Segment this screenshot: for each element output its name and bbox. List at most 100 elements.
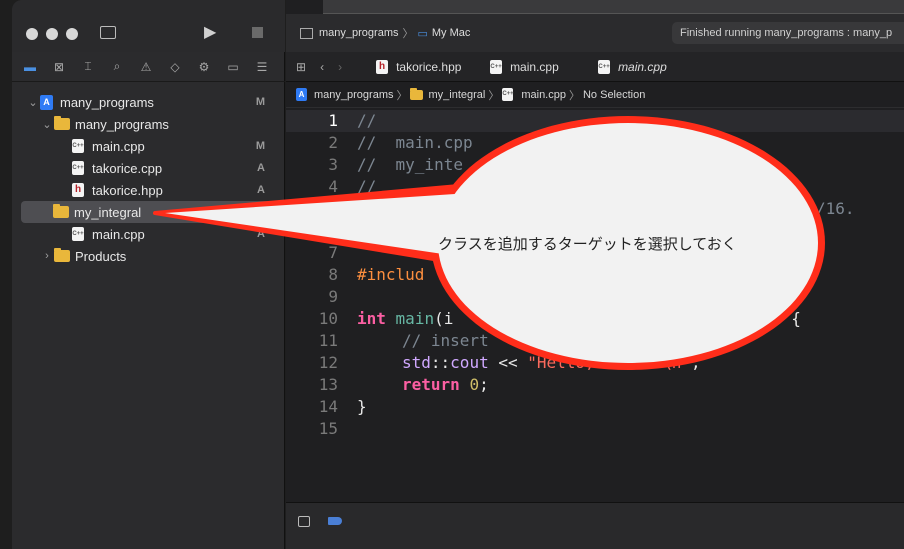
code-text: }: [357, 397, 367, 416]
line-number: 9: [328, 287, 338, 306]
folder-icon: [53, 204, 69, 218]
line-number: 2: [328, 133, 338, 152]
code-function: main: [395, 309, 435, 328]
code-line: 12 std::cout << "Hello, World!\n";: [286, 352, 904, 374]
h-file-icon: h: [72, 183, 84, 197]
tree-item-label: Products: [75, 248, 127, 264]
cpp-file-icon: C++: [72, 139, 84, 153]
breadcrumb-group[interactable]: my_integral: [428, 89, 485, 101]
tree-item-file[interactable]: h takorice.hpp A: [12, 179, 285, 201]
breakpoints-toggle-icon[interactable]: [328, 517, 342, 525]
code-line: 15: [286, 418, 904, 440]
line-number: 6: [328, 221, 338, 240]
navigator-selector-bar: ▬ ⊠ ⌶ ⌕ ⚠ ◇ ⚙ ▭ ☰: [12, 52, 285, 82]
folder-icon: [54, 248, 70, 262]
code-line: 13 return 0;: [286, 374, 904, 396]
code-text: / {: [772, 309, 801, 328]
code-line: 9: [286, 286, 904, 308]
code-line: 5 // /16.: [286, 198, 904, 220]
cpp-file-icon: C++: [490, 59, 503, 74]
scheme-selector[interactable]: many_programs: [319, 27, 398, 39]
tree-item-label: takorice.hpp: [92, 182, 163, 198]
tab-takorice-hpp[interactable]: h takorice.hpp: [364, 52, 478, 82]
grid-icon[interactable]: ⊞: [296, 60, 306, 74]
line-number: 1: [328, 111, 338, 130]
code-line: 10 int main(i / {: [286, 308, 904, 330]
code-line: 8 #includ: [286, 264, 904, 286]
code-text: <<: [488, 353, 528, 372]
cpp-file-icon: C++: [598, 59, 611, 74]
destination-selector[interactable]: My Mac: [432, 27, 471, 39]
tab-label: takorice.hpp: [396, 59, 462, 74]
toolbar: many_programs 〉 ▭ My Mac Finished runnin…: [286, 14, 904, 52]
chevron-right-icon: 〉: [488, 89, 500, 102]
activity-status: Finished running many_programs : many_p: [672, 22, 904, 44]
chevron-right-icon[interactable]: ›: [40, 250, 54, 262]
toggle-sidebar-icon[interactable]: [100, 26, 116, 39]
tree-item-file[interactable]: C++ main.cpp A: [12, 223, 285, 245]
tree-item-file[interactable]: C++ takorice.cpp A: [12, 157, 285, 179]
source-control-icon[interactable]: ⊠: [49, 58, 69, 76]
test-icon[interactable]: ◇: [165, 58, 185, 76]
minimize-window-button[interactable]: [46, 28, 58, 40]
back-icon[interactable]: ‹: [320, 60, 324, 74]
code-text: // my_inte: [357, 155, 463, 174]
line-number: 13: [318, 375, 338, 394]
folder-navigator-icon[interactable]: ▬: [20, 58, 40, 76]
tab-main-cpp-active[interactable]: C++ main.cpp: [586, 52, 694, 82]
tree-item-group[interactable]: ⌄ many_programs: [12, 113, 285, 135]
line-number: 8: [328, 265, 338, 284]
report-icon[interactable]: ☰: [252, 58, 272, 76]
hide-debug-area-icon[interactable]: [298, 516, 310, 527]
zoom-window-button[interactable]: [66, 28, 78, 40]
tree-item-products[interactable]: › Products: [12, 245, 285, 267]
breakpoint-icon[interactable]: ▭: [223, 58, 243, 76]
forward-icon[interactable]: ›: [338, 60, 342, 74]
close-window-button[interactable]: [26, 28, 38, 40]
code-text: ;: [479, 375, 489, 394]
code-text: ::: [430, 353, 451, 372]
run-icon[interactable]: ▶: [204, 22, 216, 42]
folder-icon: [54, 116, 70, 130]
chevron-down-icon[interactable]: ⌄: [26, 96, 40, 109]
tree-item-project[interactable]: ⌄ A many_programs M: [12, 91, 285, 113]
scm-badge: A: [257, 228, 265, 240]
callout-text: クラスを追加するターゲットを選択しておく: [438, 236, 737, 253]
jump-bar: A many_programs 〉 my_integral 〉 C++ main…: [286, 82, 904, 108]
code-keyword: int: [357, 309, 386, 328]
breadcrumb-file[interactable]: main.cpp: [521, 89, 566, 101]
source-editor[interactable]: 1 // 2 // main.cpp 3 // my_inte 4 // 5 // /16.…: [286, 110, 904, 502]
symbol-navigator-icon[interactable]: ⌶: [78, 58, 98, 76]
scm-badge: M: [255, 140, 265, 152]
code-text: ;: [691, 353, 701, 372]
warning-icon[interactable]: ⚠: [136, 58, 156, 76]
debug-bar: [286, 502, 904, 549]
stop-icon[interactable]: [252, 27, 263, 38]
editor-area: many_programs 〉 ▭ My Mac Finished runnin…: [286, 0, 904, 549]
sidebar-titlebar: ▶: [12, 0, 285, 52]
code-line: 4 //: [286, 176, 904, 198]
tab-label: main.cpp: [510, 59, 559, 74]
line-number: 11: [318, 331, 338, 350]
breadcrumb-project[interactable]: many_programs: [314, 89, 393, 101]
scheme-icon: [300, 27, 313, 39]
chevron-right-icon: 〉: [396, 89, 408, 102]
code-text: (i: [434, 309, 454, 328]
search-icon[interactable]: ⌕: [107, 58, 127, 76]
debug-icon[interactable]: ⚙: [194, 58, 214, 76]
tree-item-target-selected[interactable]: my_integral: [21, 201, 275, 223]
tree-item-label: main.cpp: [92, 138, 145, 154]
tree-item-label: my_integral: [74, 204, 142, 220]
breadcrumb-symbol[interactable]: No Selection: [583, 89, 645, 101]
cpp-file-icon: C++: [502, 88, 514, 101]
xcode-window: ▶ ▬ ⊠ ⌶ ⌕ ⚠ ◇ ⚙ ▭ ☰ ⌄ A many_programs M …: [0, 0, 904, 549]
code-line: 3 // my_inte: [286, 154, 904, 176]
line-number: 5: [328, 199, 338, 218]
line-number: 4: [328, 177, 338, 196]
code-text: // main.cpp: [357, 133, 473, 152]
code-line: 2 // main.cpp: [286, 132, 904, 154]
tree-item-file[interactable]: C++ main.cpp M: [12, 135, 285, 157]
chevron-down-icon[interactable]: ⌄: [40, 118, 54, 131]
tab-main-cpp[interactable]: C++ main.cpp: [478, 52, 586, 82]
code-line: 11 // insert: [286, 330, 904, 352]
